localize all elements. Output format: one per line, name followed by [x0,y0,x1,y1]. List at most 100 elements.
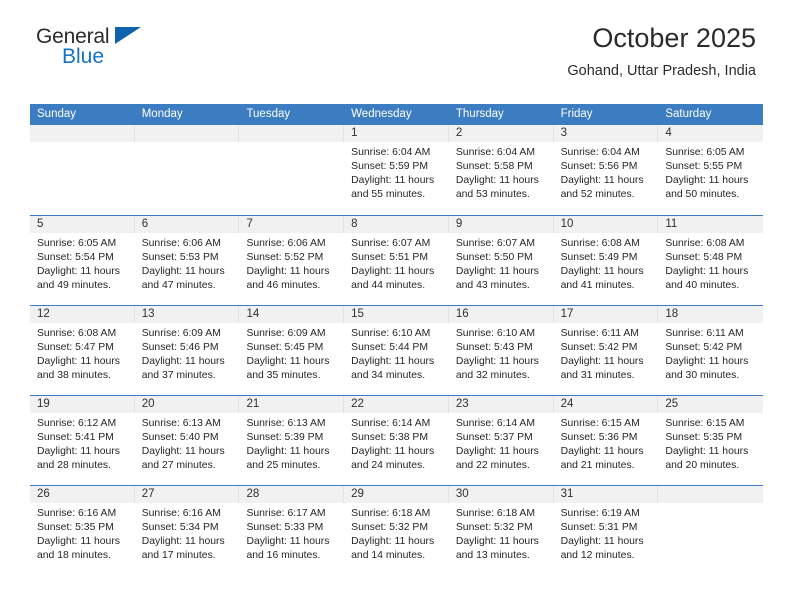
calendar-day-cell[interactable]: 12 Sunrise: 6:08 AM Sunset: 5:47 PM Dayligh… [30,306,135,395]
daylight-text: Daylight: 11 hours and 12 minutes. [560,536,644,562]
page-subtitle: Gohand, Uttar Pradesh, India [567,63,756,79]
daylight-text: Daylight: 11 hours and 21 minutes. [560,446,644,472]
sunrise-text: Sunrise: 6:07 AM [351,238,431,249]
sunset-text: Sunset: 5:51 PM [351,252,428,264]
calendar-day-cell[interactable]: 9 Sunrise: 6:07 AM Sunset: 5:50 PM Daylight… [448,216,554,305]
day-details: Sunrise: 6:09 AM Sunset: 5:46 PM Daylight:… [135,323,240,383]
calendar-day-cell[interactable]: 13 Sunrise: 6:09 AM Sunset: 5:46 PM Dayligh… [134,306,240,395]
sunset-text: Sunset: 5:42 PM [560,342,638,354]
sunset-text: Sunset: 5:56 PM [560,161,638,173]
calendar-day-cell[interactable]: 2 Sunrise: 6:04 AM Sunset: 5:58 PM Daylight… [448,125,554,215]
day-details: Sunrise: 6:08 AM Sunset: 5:48 PM Daylight:… [658,233,763,293]
sunrise-text: Sunrise: 6:10 AM [455,328,536,339]
day-details: Sunrise: 6:06 AM Sunset: 5:53 PM Daylight:… [135,233,240,293]
calendar-day-cell[interactable]: 18 Sunrise: 6:11 AM Sunset: 5:42 PM Dayligh… [658,306,764,395]
calendar-day-cell-empty [239,125,345,215]
calendar-day-cell[interactable]: 25 Sunrise: 6:15 AM Sunset: 5:35 PM Dayligh… [658,396,764,485]
calendar-day-cell[interactable]: 17 Sunrise: 6:11 AM Sunset: 5:42 PM Dayligh… [553,306,659,395]
day-number: 25 [665,398,679,410]
sunset-text: Sunset: 5:42 PM [665,342,743,354]
daylight-text: Daylight: 11 hours and 35 minutes. [246,356,330,382]
day-number-band: 10 [553,216,659,233]
sunset-text: Sunset: 5:52 PM [246,252,324,264]
calendar-day-cell[interactable]: 21 Sunrise: 6:13 AM Sunset: 5:39 PM Dayligh… [239,396,345,485]
sunset-text: Sunset: 5:41 PM [37,432,114,444]
daylight-text: Daylight: 11 hours and 47 minutes. [141,266,225,292]
day-number-band: 27 [134,486,240,503]
sunrise-text: Sunrise: 6:15 AM [560,418,640,429]
sunset-text: Sunset: 5:58 PM [455,161,533,173]
sunrise-text: Sunrise: 6:06 AM [141,238,221,249]
day-number: 13 [141,308,155,320]
day-number-band: 22 [344,396,449,413]
calendar-day-cell[interactable]: 28 Sunrise: 6:17 AM Sunset: 5:33 PM Dayligh… [239,486,345,575]
sunset-text: Sunset: 5:55 PM [665,161,743,173]
calendar-day-cell[interactable]: 24 Sunrise: 6:15 AM Sunset: 5:36 PM Dayligh… [553,396,659,485]
day-details: Sunrise: 6:13 AM Sunset: 5:40 PM Daylight:… [135,413,240,473]
day-number: 3 [560,127,567,139]
day-number-band: 24 [553,396,659,413]
calendar-day-cell[interactable]: 7 Sunrise: 6:06 AM Sunset: 5:52 PM Daylight… [239,216,345,305]
sunset-text: Sunset: 5:48 PM [665,252,743,264]
sunrise-text: Sunrise: 6:16 AM [37,508,117,519]
daylight-text: Daylight: 11 hours and 52 minutes. [560,175,644,201]
day-number: 9 [455,218,463,230]
day-details: Sunrise: 6:19 AM Sunset: 5:31 PM Daylight:… [554,503,659,563]
calendar-day-cell[interactable]: 8 Sunrise: 6:07 AM Sunset: 5:51 PM Daylight… [344,216,449,305]
sunrise-text: Sunrise: 6:07 AM [455,238,536,249]
sunset-text: Sunset: 5:38 PM [351,432,428,444]
calendar-day-cell[interactable]: 20 Sunrise: 6:13 AM Sunset: 5:40 PM Dayligh… [134,396,240,485]
day-details: Sunrise: 6:11 AM Sunset: 5:42 PM Daylight:… [554,323,659,383]
daylight-text: Daylight: 11 hours and 13 minutes. [455,536,539,562]
weekday-header-sunday: Sunday [37,108,77,120]
day-number: 19 [37,398,50,410]
calendar-day-cell[interactable]: 14 Sunrise: 6:09 AM Sunset: 5:45 PM Dayligh… [239,306,345,395]
calendar-day-cell[interactable]: 4 Sunrise: 6:05 AM Sunset: 5:55 PM Daylight… [658,125,764,215]
sunrise-text: Sunrise: 6:16 AM [141,508,221,519]
calendar-day-cell[interactable]: 29 Sunrise: 6:18 AM Sunset: 5:32 PM Dayligh… [344,486,449,575]
daylight-text: Daylight: 11 hours and 25 minutes. [246,446,330,472]
calendar-day-cell[interactable]: 3 Sunrise: 6:04 AM Sunset: 5:56 PM Daylight… [553,125,659,215]
calendar-page: General Blue October 2025 Gohand, Uttar … [0,0,792,612]
day-number-band [30,125,135,142]
daylight-text: Daylight: 11 hours and 28 minutes. [37,446,120,472]
calendar-day-cell[interactable]: 15 Sunrise: 6:10 AM Sunset: 5:44 PM Dayligh… [344,306,449,395]
calendar-day-cell[interactable]: 26 Sunrise: 6:16 AM Sunset: 5:35 PM Dayligh… [30,486,135,575]
day-details: Sunrise: 6:15 AM Sunset: 5:36 PM Daylight:… [554,413,659,473]
calendar-day-cell[interactable]: 5 Sunrise: 6:05 AM Sunset: 5:54 PM Daylight… [30,216,135,305]
sunrise-text: Sunrise: 6:11 AM [665,328,744,339]
calendar-day-cell[interactable]: 16 Sunrise: 6:10 AM Sunset: 5:43 PM Dayligh… [448,306,554,395]
calendar-day-cell[interactable]: 23 Sunrise: 6:14 AM Sunset: 5:37 PM Dayligh… [448,396,554,485]
calendar-day-cell[interactable]: 1 Sunrise: 6:04 AM Sunset: 5:59 PM Daylight… [344,125,449,215]
sunrise-text: Sunrise: 6:09 AM [246,328,326,339]
day-number-band: 8 [344,216,449,233]
day-number-band: 20 [134,396,240,413]
day-number-band: 4 [658,125,764,142]
day-number-band: 13 [134,306,240,323]
calendar-day-cell[interactable]: 11 Sunrise: 6:08 AM Sunset: 5:48 PM Dayligh… [658,216,764,305]
day-number: 8 [351,218,358,230]
calendar-day-cell[interactable]: 30 Sunrise: 6:18 AM Sunset: 5:32 PM Dayligh… [448,486,554,575]
calendar-day-cell[interactable]: 19 Sunrise: 6:12 AM Sunset: 5:41 PM Dayligh… [30,396,135,485]
general-blue-logo[interactable]: General Blue [36,26,166,74]
sunset-text: Sunset: 5:43 PM [455,342,533,354]
daylight-text: Daylight: 11 hours and 16 minutes. [246,536,330,562]
calendar-day-cell[interactable]: 6 Sunrise: 6:06 AM Sunset: 5:53 PM Daylight… [134,216,240,305]
day-details: Sunrise: 6:04 AM Sunset: 5:58 PM Daylight:… [449,142,554,202]
day-number-band [658,486,764,503]
day-number-band: 21 [239,396,345,413]
day-number: 6 [141,218,149,230]
day-number-band: 6 [134,216,240,233]
daylight-text: Daylight: 11 hours and 46 minutes. [246,266,330,292]
sunset-text: Sunset: 5:47 PM [37,342,114,354]
calendar-day-cell-empty [30,125,135,215]
day-number-band: 7 [239,216,345,233]
day-details: Sunrise: 6:08 AM Sunset: 5:49 PM Daylight:… [554,233,659,293]
sunrise-text: Sunrise: 6:14 AM [455,418,536,429]
calendar-day-cell[interactable]: 27 Sunrise: 6:16 AM Sunset: 5:34 PM Dayligh… [134,486,240,575]
calendar-day-cell[interactable]: 31 Sunrise: 6:19 AM Sunset: 5:31 PM Dayligh… [553,486,659,575]
calendar-day-cell[interactable]: 22 Sunrise: 6:14 AM Sunset: 5:38 PM Dayligh… [344,396,449,485]
calendar-day-cell[interactable]: 10 Sunrise: 6:08 AM Sunset: 5:49 PM Dayligh… [553,216,659,305]
day-details: Sunrise: 6:07 AM Sunset: 5:50 PM Daylight:… [449,233,554,293]
calendar-week-row: 26 Sunrise: 6:16 AM Sunset: 5:35 PM Dayligh… [30,485,764,575]
